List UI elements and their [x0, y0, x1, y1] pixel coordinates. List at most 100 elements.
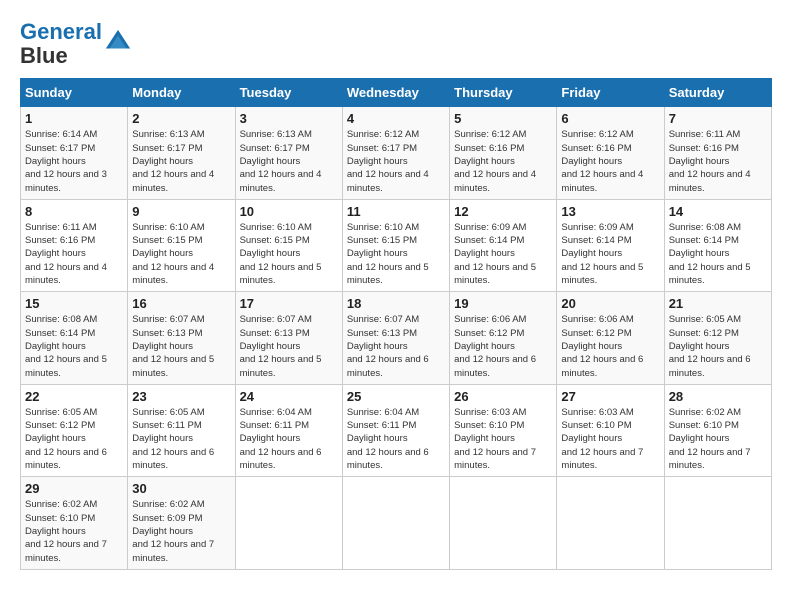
page-header: GeneralBlue: [20, 20, 772, 68]
day-info: Sunrise: 6:09 AM Sunset: 6:14 PM Dayligh…: [561, 221, 659, 287]
calendar-cell: 23 Sunrise: 6:05 AM Sunset: 6:11 PM Dayl…: [128, 384, 235, 476]
calendar-cell: 12 Sunrise: 6:09 AM Sunset: 6:14 PM Dayl…: [450, 199, 557, 291]
calendar-cell: 17 Sunrise: 6:07 AM Sunset: 6:13 PM Dayl…: [235, 292, 342, 384]
day-number: 26: [454, 389, 552, 404]
calendar-cell: 18 Sunrise: 6:07 AM Sunset: 6:13 PM Dayl…: [342, 292, 449, 384]
day-number: 11: [347, 204, 445, 219]
calendar-cell: 3 Sunrise: 6:13 AM Sunset: 6:17 PM Dayli…: [235, 107, 342, 199]
day-number: 5: [454, 111, 552, 126]
calendar-cell: 20 Sunrise: 6:06 AM Sunset: 6:12 PM Dayl…: [557, 292, 664, 384]
day-number: 22: [25, 389, 123, 404]
calendar-header: SundayMondayTuesdayWednesdayThursdayFrid…: [21, 79, 772, 107]
weekday-header-monday: Monday: [128, 79, 235, 107]
calendar-cell: 27 Sunrise: 6:03 AM Sunset: 6:10 PM Dayl…: [557, 384, 664, 476]
day-number: 20: [561, 296, 659, 311]
calendar-cell: 15 Sunrise: 6:08 AM Sunset: 6:14 PM Dayl…: [21, 292, 128, 384]
day-number: 7: [669, 111, 767, 126]
weekday-header-friday: Friday: [557, 79, 664, 107]
day-info: Sunrise: 6:12 AM Sunset: 6:16 PM Dayligh…: [561, 128, 659, 194]
calendar-cell: [450, 477, 557, 569]
weekday-header-tuesday: Tuesday: [235, 79, 342, 107]
day-info: Sunrise: 6:03 AM Sunset: 6:10 PM Dayligh…: [454, 406, 552, 472]
day-info: Sunrise: 6:11 AM Sunset: 6:16 PM Dayligh…: [25, 221, 123, 287]
day-number: 14: [669, 204, 767, 219]
calendar-cell: 28 Sunrise: 6:02 AM Sunset: 6:10 PM Dayl…: [664, 384, 771, 476]
day-info: Sunrise: 6:10 AM Sunset: 6:15 PM Dayligh…: [240, 221, 338, 287]
day-info: Sunrise: 6:10 AM Sunset: 6:15 PM Dayligh…: [347, 221, 445, 287]
day-number: 23: [132, 389, 230, 404]
calendar-cell: 21 Sunrise: 6:05 AM Sunset: 6:12 PM Dayl…: [664, 292, 771, 384]
day-info: Sunrise: 6:04 AM Sunset: 6:11 PM Dayligh…: [240, 406, 338, 472]
calendar-cell: 29 Sunrise: 6:02 AM Sunset: 6:10 PM Dayl…: [21, 477, 128, 569]
calendar-cell: 14 Sunrise: 6:08 AM Sunset: 6:14 PM Dayl…: [664, 199, 771, 291]
calendar-body: 1 Sunrise: 6:14 AM Sunset: 6:17 PM Dayli…: [21, 107, 772, 569]
calendar-cell: 16 Sunrise: 6:07 AM Sunset: 6:13 PM Dayl…: [128, 292, 235, 384]
calendar-cell: 2 Sunrise: 6:13 AM Sunset: 6:17 PM Dayli…: [128, 107, 235, 199]
day-number: 18: [347, 296, 445, 311]
calendar-week-5: 29 Sunrise: 6:02 AM Sunset: 6:10 PM Dayl…: [21, 477, 772, 569]
day-number: 6: [561, 111, 659, 126]
day-number: 24: [240, 389, 338, 404]
day-number: 8: [25, 204, 123, 219]
day-info: Sunrise: 6:05 AM Sunset: 6:12 PM Dayligh…: [669, 313, 767, 379]
day-info: Sunrise: 6:05 AM Sunset: 6:11 PM Dayligh…: [132, 406, 230, 472]
day-info: Sunrise: 6:02 AM Sunset: 6:10 PM Dayligh…: [25, 498, 123, 564]
calendar-week-1: 1 Sunrise: 6:14 AM Sunset: 6:17 PM Dayli…: [21, 107, 772, 199]
day-number: 1: [25, 111, 123, 126]
calendar-cell: 4 Sunrise: 6:12 AM Sunset: 6:17 PM Dayli…: [342, 107, 449, 199]
calendar-cell: 30 Sunrise: 6:02 AM Sunset: 6:09 PM Dayl…: [128, 477, 235, 569]
day-number: 9: [132, 204, 230, 219]
calendar-cell: [342, 477, 449, 569]
calendar-week-2: 8 Sunrise: 6:11 AM Sunset: 6:16 PM Dayli…: [21, 199, 772, 291]
calendar-cell: 25 Sunrise: 6:04 AM Sunset: 6:11 PM Dayl…: [342, 384, 449, 476]
day-number: 2: [132, 111, 230, 126]
weekday-header-wednesday: Wednesday: [342, 79, 449, 107]
day-number: 12: [454, 204, 552, 219]
calendar-week-4: 22 Sunrise: 6:05 AM Sunset: 6:12 PM Dayl…: [21, 384, 772, 476]
logo-icon: [104, 28, 132, 56]
calendar-cell: 10 Sunrise: 6:10 AM Sunset: 6:15 PM Dayl…: [235, 199, 342, 291]
calendar-cell: 13 Sunrise: 6:09 AM Sunset: 6:14 PM Dayl…: [557, 199, 664, 291]
calendar-cell: 9 Sunrise: 6:10 AM Sunset: 6:15 PM Dayli…: [128, 199, 235, 291]
day-number: 21: [669, 296, 767, 311]
day-number: 27: [561, 389, 659, 404]
day-info: Sunrise: 6:10 AM Sunset: 6:15 PM Dayligh…: [132, 221, 230, 287]
day-info: Sunrise: 6:05 AM Sunset: 6:12 PM Dayligh…: [25, 406, 123, 472]
day-info: Sunrise: 6:13 AM Sunset: 6:17 PM Dayligh…: [240, 128, 338, 194]
day-info: Sunrise: 6:02 AM Sunset: 6:10 PM Dayligh…: [669, 406, 767, 472]
day-number: 29: [25, 481, 123, 496]
calendar-cell: 26 Sunrise: 6:03 AM Sunset: 6:10 PM Dayl…: [450, 384, 557, 476]
weekday-header-thursday: Thursday: [450, 79, 557, 107]
day-number: 28: [669, 389, 767, 404]
day-info: Sunrise: 6:03 AM Sunset: 6:10 PM Dayligh…: [561, 406, 659, 472]
calendar-cell: 8 Sunrise: 6:11 AM Sunset: 6:16 PM Dayli…: [21, 199, 128, 291]
day-info: Sunrise: 6:08 AM Sunset: 6:14 PM Dayligh…: [25, 313, 123, 379]
calendar-cell: [235, 477, 342, 569]
weekday-header-saturday: Saturday: [664, 79, 771, 107]
day-info: Sunrise: 6:07 AM Sunset: 6:13 PM Dayligh…: [347, 313, 445, 379]
day-number: 30: [132, 481, 230, 496]
day-number: 17: [240, 296, 338, 311]
calendar-cell: 7 Sunrise: 6:11 AM Sunset: 6:16 PM Dayli…: [664, 107, 771, 199]
calendar-cell: 11 Sunrise: 6:10 AM Sunset: 6:15 PM Dayl…: [342, 199, 449, 291]
day-number: 16: [132, 296, 230, 311]
day-number: 3: [240, 111, 338, 126]
day-number: 15: [25, 296, 123, 311]
calendar-table: SundayMondayTuesdayWednesdayThursdayFrid…: [20, 78, 772, 569]
day-info: Sunrise: 6:04 AM Sunset: 6:11 PM Dayligh…: [347, 406, 445, 472]
day-info: Sunrise: 6:11 AM Sunset: 6:16 PM Dayligh…: [669, 128, 767, 194]
calendar-cell: 19 Sunrise: 6:06 AM Sunset: 6:12 PM Dayl…: [450, 292, 557, 384]
day-number: 13: [561, 204, 659, 219]
day-info: Sunrise: 6:12 AM Sunset: 6:16 PM Dayligh…: [454, 128, 552, 194]
weekday-row: SundayMondayTuesdayWednesdayThursdayFrid…: [21, 79, 772, 107]
day-number: 4: [347, 111, 445, 126]
calendar-week-3: 15 Sunrise: 6:08 AM Sunset: 6:14 PM Dayl…: [21, 292, 772, 384]
logo-text: GeneralBlue: [20, 20, 102, 68]
day-info: Sunrise: 6:12 AM Sunset: 6:17 PM Dayligh…: [347, 128, 445, 194]
calendar-cell: 6 Sunrise: 6:12 AM Sunset: 6:16 PM Dayli…: [557, 107, 664, 199]
day-number: 19: [454, 296, 552, 311]
calendar-cell: 5 Sunrise: 6:12 AM Sunset: 6:16 PM Dayli…: [450, 107, 557, 199]
day-info: Sunrise: 6:07 AM Sunset: 6:13 PM Dayligh…: [132, 313, 230, 379]
calendar-cell: 22 Sunrise: 6:05 AM Sunset: 6:12 PM Dayl…: [21, 384, 128, 476]
weekday-header-sunday: Sunday: [21, 79, 128, 107]
